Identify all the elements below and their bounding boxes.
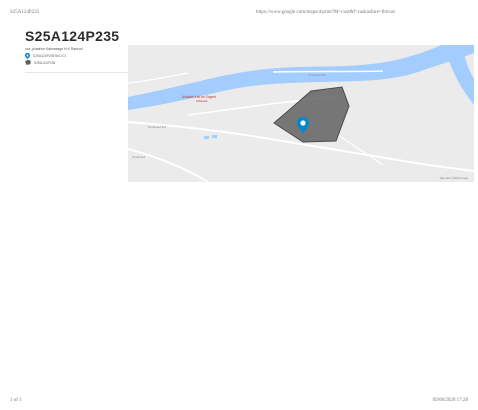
map-canvas: Ahadabi Kob an Dogerd Tafanadi Unnamed R… bbox=[128, 45, 474, 182]
header-doc-id: S25A124P235 bbox=[10, 10, 40, 15]
map-attribution: Map data ©2020 Google bbox=[439, 177, 468, 180]
map-label-road-left: Unnamed bbox=[132, 155, 145, 159]
footer-page-number: 1 of 1 bbox=[10, 398, 22, 403]
map-label-road-right: Unnamed Rd bbox=[308, 73, 326, 77]
legend-divider bbox=[25, 72, 128, 73]
legend-item-polygon-label: S25A124P235 bbox=[34, 60, 56, 65]
legend-layer-name: ucs_pinatrive Kabnasage H-K Rancod bbox=[25, 47, 83, 51]
legend-item-pin-label: S25A124P235 BnD 01 bbox=[33, 53, 67, 58]
legend-item-pin[interactable]: S25A124P235 BnD 01 bbox=[25, 52, 125, 59]
map-view[interactable]: Ahadabi Kob an Dogerd Tafanadi Unnamed R… bbox=[128, 45, 474, 182]
map-label-road-mid: Unnamed Rd bbox=[148, 125, 166, 129]
polygon-area-icon bbox=[25, 60, 31, 65]
page-title: S25A124P235 bbox=[25, 28, 120, 44]
footer-date: 09/08/2020 17:28 bbox=[432, 398, 468, 403]
header-url: https://www.google.com/maps/d/print?M=cu… bbox=[256, 10, 395, 15]
marker-pin-icon bbox=[25, 52, 30, 59]
map-label-place-sub: Tafanadi bbox=[196, 99, 208, 103]
map-legend: ucs_pinatrive Kabnasage H-K Rancod S25A1… bbox=[25, 47, 125, 65]
legend-item-polygon[interactable]: S25A124P235 bbox=[25, 60, 125, 65]
